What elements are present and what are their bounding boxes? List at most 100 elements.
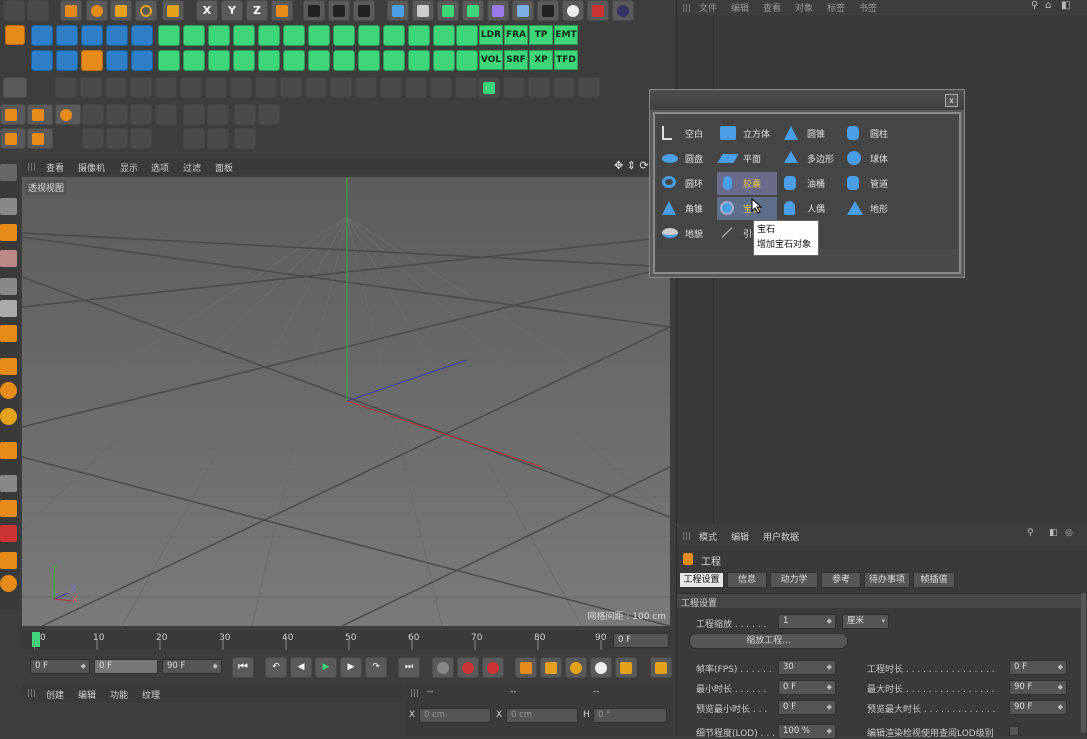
plugin-row1-icon-15[interactable] — [383, 25, 405, 46]
plugin-row1-icon-13[interactable] — [333, 25, 355, 46]
snap-icon-13[interactable] — [207, 128, 229, 149]
left-tool-10[interactable] — [0, 408, 17, 425]
tool-icon-20[interactable] — [503, 77, 525, 98]
left-tool-3[interactable] — [0, 224, 17, 241]
palette-item-plane[interactable]: 平面 — [717, 147, 777, 170]
render-settings-icon[interactable] — [353, 0, 375, 21]
timeline[interactable]: 0 10 20 30 40 50 60 70 80 90 0 F — [22, 630, 672, 650]
goto-start-icon[interactable]: ⏮ — [232, 657, 254, 678]
plugin-row1-icon-3[interactable] — [81, 25, 103, 46]
snap-icon-6[interactable] — [207, 104, 229, 125]
plugin-row2-icon-8[interactable] — [208, 50, 230, 71]
plugin-main-icon[interactable] — [5, 25, 25, 45]
palette-titlebar[interactable]: x — [650, 90, 964, 110]
tool-icon-9[interactable] — [230, 77, 252, 98]
floor-icon[interactable] — [512, 0, 534, 21]
snap-icon-8[interactable] — [258, 104, 280, 125]
tool-icon-8[interactable] — [205, 77, 227, 98]
min-time-field[interactable]: 0 F ◆ — [778, 680, 836, 695]
viewport-menu-options[interactable]: 选项 — [151, 161, 169, 174]
plugin-row1-icon-6[interactable] — [158, 25, 180, 46]
tool-icon-3[interactable] — [80, 77, 102, 98]
search-icon[interactable]: ⚲ — [1031, 0, 1038, 11]
snap-icon-10[interactable] — [106, 128, 128, 149]
left-tool-9[interactable] — [0, 382, 17, 399]
coord-system-icon[interactable] — [271, 0, 293, 21]
plugin-row2-icon-7[interactable] — [183, 50, 205, 71]
palette-item-polygon[interactable]: 多边形 — [781, 147, 841, 170]
tab-interpolation[interactable]: 帧插值 — [913, 572, 955, 588]
plugin-row1-icon-9[interactable] — [233, 25, 255, 46]
cube-object-icon[interactable] — [387, 0, 409, 21]
text-tool-icon[interactable] — [478, 77, 500, 98]
plugin-row1-icon-8[interactable] — [208, 25, 230, 46]
key-pla-icon[interactable] — [615, 657, 637, 678]
duration-field[interactable]: 0 F ◆ — [1009, 660, 1067, 675]
next-frame-icon[interactable]: ▶ — [340, 657, 362, 678]
fps-field[interactable]: 30 ◆ — [778, 660, 836, 675]
mode-2d-icon[interactable] — [27, 128, 53, 149]
palette-item-relief[interactable]: 地貌 — [659, 222, 719, 245]
help-icon[interactable] — [482, 657, 504, 678]
object-menu-bookmarks[interactable]: 书签 — [859, 1, 877, 14]
render-picture-icon[interactable] — [328, 0, 350, 21]
plugin-row1-icon-14[interactable] — [358, 25, 380, 46]
tfd-button[interactable]: TFD — [554, 50, 578, 70]
plugin-row2-icon-2[interactable] — [56, 50, 78, 71]
left-tool-14[interactable] — [0, 525, 17, 542]
mode-icon-3[interactable] — [0, 128, 26, 149]
viewport[interactable]: 透视视图 网格间距 : 100 cm Y Z X — [22, 177, 670, 626]
plugin-row1-icon-2[interactable] — [56, 25, 78, 46]
home-icon[interactable]: ⌂ — [1045, 0, 1051, 11]
snap-icon-9[interactable] — [82, 128, 104, 149]
plugin-row2-icon-13[interactable] — [333, 50, 355, 71]
snap-icon-2[interactable] — [106, 104, 128, 125]
light-icon[interactable] — [562, 0, 584, 21]
tool-icon-6[interactable] — [155, 77, 177, 98]
emt-button[interactable]: EMT — [554, 25, 578, 45]
max-time-field[interactable]: 90 F ◆ — [1009, 680, 1067, 695]
preview-max-field[interactable]: 90 F ◆ — [1009, 700, 1067, 715]
prev-key-icon[interactable]: ↶ — [265, 657, 287, 678]
fra-button[interactable]: FRA — [504, 25, 528, 45]
palette-item-tube[interactable]: 管道 — [844, 172, 904, 195]
attribute-menu-userdata[interactable]: 用户数据 — [763, 530, 799, 543]
plugin-row2-icon-3[interactable] — [81, 50, 103, 71]
lock-icon[interactable]: ◧ — [1061, 0, 1070, 11]
snap-icon-12[interactable] — [183, 128, 205, 149]
material-area[interactable] — [22, 704, 402, 736]
left-tool-15[interactable] — [0, 552, 17, 569]
snap-icon-7[interactable] — [234, 104, 256, 125]
plugin-row1-icon-16[interactable] — [408, 25, 430, 46]
attribute-menu-edit[interactable]: 编辑 — [731, 530, 749, 543]
snap-icon-14[interactable] — [234, 128, 256, 149]
prev-frame-icon[interactable]: ◀ — [290, 657, 312, 678]
x-axis-button[interactable]: X — [196, 0, 218, 21]
left-tool-1[interactable] — [0, 164, 17, 181]
plugin-row2-icon-6[interactable] — [158, 50, 180, 71]
fx-icon[interactable] — [578, 77, 600, 98]
object-menu-view[interactable]: 查看 — [763, 1, 781, 14]
material-menu-function[interactable]: 功能 — [110, 688, 128, 701]
tool-icon-17[interactable] — [430, 77, 452, 98]
material-menu-texture[interactable]: 纹理 — [142, 688, 160, 701]
z-axis-button[interactable]: Z — [246, 0, 268, 21]
plugin-row1-icon-12[interactable] — [308, 25, 330, 46]
left-tool-8[interactable] — [0, 358, 17, 375]
redo-icon[interactable] — [27, 0, 49, 21]
tab-reference[interactable]: 参考 — [821, 572, 861, 588]
goto-end-icon[interactable]: ⏭ — [398, 657, 420, 678]
add-tool-icon[interactable] — [162, 0, 184, 21]
snap-icon-5[interactable] — [183, 104, 205, 125]
plugin-row2-icon-1[interactable] — [31, 50, 53, 71]
material-menu-create[interactable]: 创建 — [46, 688, 64, 701]
plugin-row2-icon-10[interactable] — [258, 50, 280, 71]
current-frame-field[interactable]: 0 F — [613, 633, 669, 648]
key-scale-icon[interactable] — [540, 657, 562, 678]
snap-icon-3[interactable] — [130, 104, 152, 125]
palette-item-torus[interactable]: 圆环 — [659, 172, 719, 195]
nurbs-icon[interactable] — [437, 0, 459, 21]
palette-item-figure[interactable]: 人偶 — [781, 197, 841, 220]
plugin-row2-icon-17[interactable] — [433, 50, 455, 71]
xp-button[interactable]: XP — [529, 50, 553, 70]
